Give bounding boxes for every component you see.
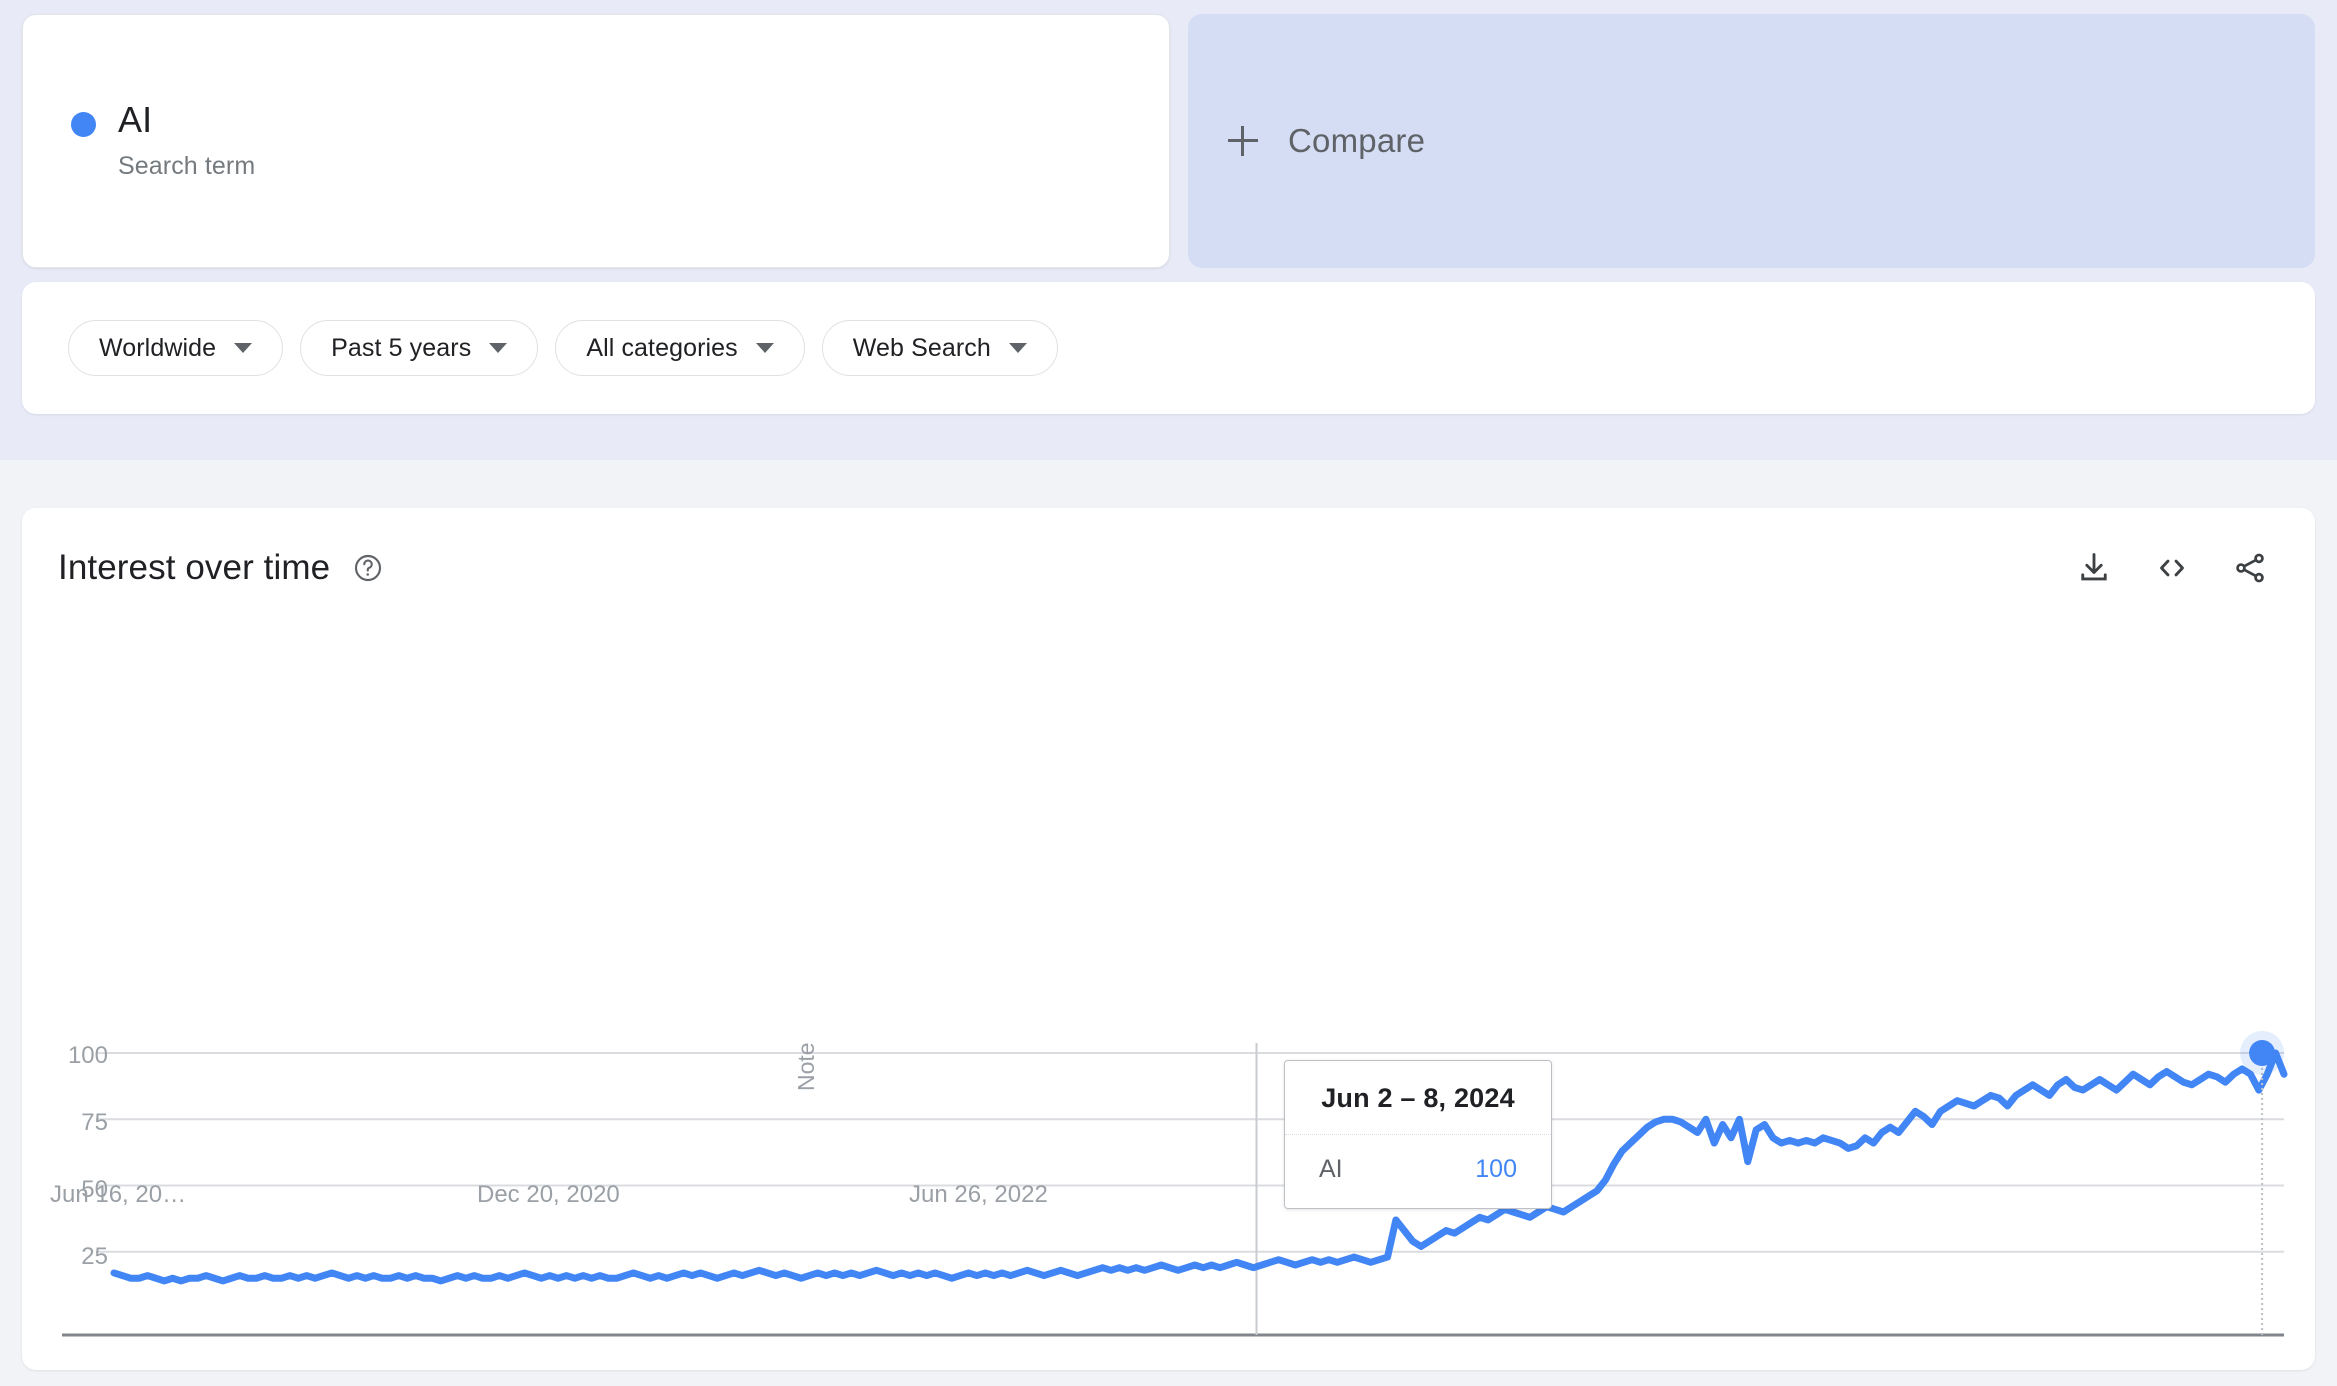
y-axis-tick-75: 75	[81, 1109, 108, 1136]
tooltip-row: AI 100	[1285, 1134, 1551, 1208]
chevron-down-icon	[234, 343, 253, 353]
filter-chip-time-range-label: Past 5 years	[331, 333, 472, 362]
filter-chip-location-label: Worldwide	[99, 333, 217, 362]
chart-tooltip: Jun 2 – 8, 2024 AI 100	[1284, 1060, 1552, 1209]
tooltip-term-label: AI	[1319, 1155, 1343, 1183]
series-line-ai	[110, 1049, 2288, 1285]
filter-chip-location[interactable]: Worldwide	[68, 320, 284, 376]
series-color-dot	[71, 112, 96, 137]
chevron-down-icon	[1008, 343, 1027, 353]
chart-title: Interest over time	[58, 548, 331, 587]
plus-icon	[1228, 126, 1258, 156]
search-term-content: AI Search term	[71, 99, 255, 181]
search-term-card[interactable]: AI Search term	[22, 14, 1170, 268]
y-axis-tick-100: 100	[67, 1042, 108, 1069]
y-axis-tick-25: 25	[81, 1243, 108, 1270]
filter-bar: Worldwide Past 5 years All categories We…	[22, 282, 2315, 414]
x-axis-tick-0: Jun 16, 20…	[50, 1181, 187, 1208]
search-term-label: AI	[118, 99, 153, 140]
help-circle-icon[interactable]	[352, 552, 384, 584]
filter-chip-search-type[interactable]: Web Search	[821, 320, 1058, 376]
compare-label: Compare	[1288, 122, 1426, 159]
filter-chip-time-range[interactable]: Past 5 years	[300, 320, 539, 376]
filter-chip-search-type-label: Web Search	[852, 333, 991, 362]
embed-code-icon[interactable]	[2153, 549, 2191, 587]
compare-panel[interactable]: Compare	[1188, 14, 2315, 268]
filter-chip-category-label: All categories	[586, 333, 738, 362]
google-trends-page: AI Search term Compare Worldwide Past 5 …	[0, 0, 2337, 1386]
highlight-point	[2249, 1040, 2276, 1066]
interest-over-time-card: Interest over time 100 75 50 25 Jun 16, …	[22, 508, 2315, 1370]
chart-plot-area[interactable]: 100 75 50 25 Jun 16, 20… Dec 20, 2020 Ju…	[22, 628, 2315, 1370]
compare-content: Compare	[1228, 122, 1425, 160]
filter-chip-category[interactable]: All categories	[555, 320, 805, 376]
chart-actions	[2075, 549, 2269, 587]
tooltip-value: 100	[1475, 1155, 1517, 1183]
tooltip-date: Jun 2 – 8, 2024	[1321, 1083, 1515, 1113]
x-axis-tick-2: Jun 26, 2022	[909, 1181, 1048, 1208]
download-icon[interactable]	[2075, 549, 2113, 587]
chart-header: Interest over time	[22, 508, 2315, 628]
x-axis-tick-1: Dec 20, 2020	[477, 1181, 620, 1208]
share-icon[interactable]	[2231, 549, 2269, 587]
annotation-note-label: Note	[793, 1042, 819, 1091]
search-term-type: Search term	[118, 152, 256, 181]
chevron-down-icon	[755, 343, 774, 353]
interest-over-time-chart	[62, 1031, 2288, 1337]
search-terms-row: AI Search term Compare	[0, 0, 2337, 268]
chevron-down-icon	[489, 343, 508, 353]
